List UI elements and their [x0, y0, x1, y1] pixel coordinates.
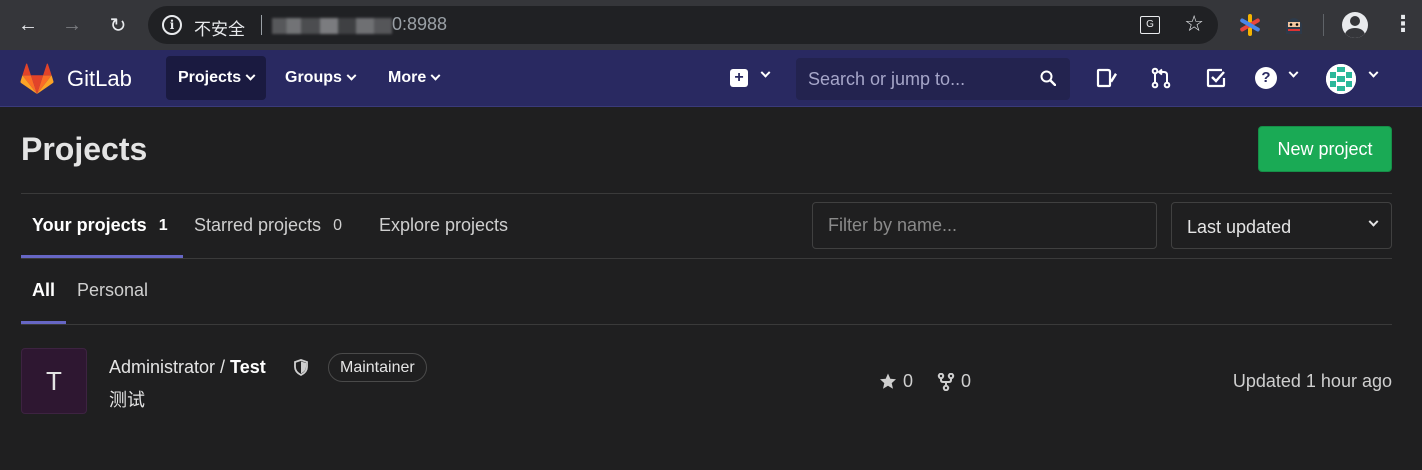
global-search[interactable]: Search or jump to... [796, 58, 1070, 100]
extension-asterisk-icon[interactable] [1238, 13, 1262, 37]
search-placeholder: Search or jump to... [808, 69, 966, 89]
merge-requests-icon[interactable] [1150, 67, 1172, 89]
toolbar-separator [1323, 14, 1324, 36]
subtab-all[interactable]: All [21, 270, 66, 324]
gitlab-brand[interactable]: GitLab [67, 66, 132, 92]
filter-by-name-field[interactable] [812, 202, 1157, 249]
insecure-label: 不安全 [194, 20, 245, 39]
tab-starred-projects-count: 0 [333, 217, 342, 234]
divider [21, 258, 1392, 259]
star-count: 0 [903, 371, 914, 391]
browser-menu-icon[interactable]: ⋮ [1392, 12, 1414, 38]
last-updated-text: Updated 1 hour ago [1232, 371, 1392, 391]
chevron-down-icon [346, 70, 357, 81]
star-icon [880, 373, 896, 389]
tab-your-projects-count: 1 [158, 217, 168, 234]
subtab-personal[interactable]: Personal [77, 270, 148, 324]
tab-explore-projects[interactable]: Explore projects [379, 203, 508, 258]
nav-projects-label: Projects [178, 69, 242, 86]
chevron-down-icon[interactable] [760, 67, 771, 78]
extension-ninja-icon[interactable] [1282, 12, 1306, 36]
nav-more-label: More [388, 69, 427, 86]
reload-icon[interactable]: ↻ [104, 11, 132, 39]
todos-icon[interactable] [1205, 67, 1227, 89]
project-title-link[interactable]: Administrator / Test [109, 357, 266, 378]
project-stars[interactable]: 0 [879, 371, 913, 392]
project-forks[interactable]: 0 [937, 371, 971, 392]
project-namespace: Administrator / [109, 357, 231, 377]
help-icon[interactable]: ? [1255, 67, 1277, 89]
chevron-down-icon[interactable] [1368, 67, 1379, 78]
address-bar[interactable]: i 不安全 0:8988 G ☆ [148, 6, 1218, 44]
gitlab-logo-icon[interactable] [20, 63, 54, 95]
issues-icon[interactable] [1096, 67, 1118, 89]
bookmark-star-icon[interactable]: ☆ [1184, 11, 1204, 37]
redacted-host [272, 18, 392, 34]
filter-input[interactable] [813, 203, 1156, 248]
project-description: 测试 [109, 390, 145, 410]
divider [21, 193, 1392, 194]
project-avatar[interactable]: T [21, 348, 87, 414]
tab-starred-projects[interactable]: Starred projects 0 [194, 203, 342, 258]
divider [21, 324, 1392, 325]
nav-more[interactable]: More [376, 56, 451, 100]
tab-starred-projects-label: Starred projects [194, 215, 322, 235]
shield-icon [294, 359, 308, 376]
gitlab-navbar: GitLab Projects Groups More + Search or … [0, 50, 1422, 107]
role-badge: Maintainer [328, 353, 427, 382]
fork-count: 0 [961, 371, 972, 391]
sort-selected-value: Last updated [1187, 217, 1292, 237]
browser-profile-icon[interactable] [1342, 12, 1368, 38]
page-title: Projects [21, 131, 148, 167]
url-port: 0:8988 [392, 14, 448, 34]
fork-icon [937, 372, 955, 391]
chevron-down-icon [1368, 216, 1379, 227]
forward-arrow-icon[interactable]: → [58, 11, 86, 39]
chevron-down-icon [245, 70, 256, 81]
sort-dropdown[interactable]: Last updated [1171, 202, 1392, 249]
new-project-button[interactable]: New project [1258, 126, 1392, 172]
search-icon [1040, 70, 1056, 86]
browser-toolbar: ← → ↻ i 不安全 0:8988 G ☆ ⋮ [0, 0, 1422, 50]
user-avatar[interactable] [1326, 64, 1356, 94]
tab-your-projects-label: Your projects [32, 215, 147, 235]
tab-your-projects[interactable]: Your projects 1 [21, 203, 183, 258]
back-arrow-icon[interactable]: ← [14, 11, 42, 39]
info-icon[interactable]: i [162, 15, 182, 35]
nav-groups[interactable]: Groups [273, 56, 367, 100]
omnibox-separator [261, 15, 262, 35]
nav-groups-label: Groups [285, 69, 342, 86]
chevron-down-icon [430, 70, 441, 81]
chevron-down-icon[interactable] [1288, 67, 1299, 78]
tab-explore-projects-label: Explore projects [379, 215, 509, 235]
nav-projects[interactable]: Projects [166, 56, 267, 100]
project-name: Test [230, 357, 266, 377]
new-item-plus-icon[interactable]: + [730, 69, 748, 87]
translate-icon[interactable]: G [1140, 16, 1160, 34]
